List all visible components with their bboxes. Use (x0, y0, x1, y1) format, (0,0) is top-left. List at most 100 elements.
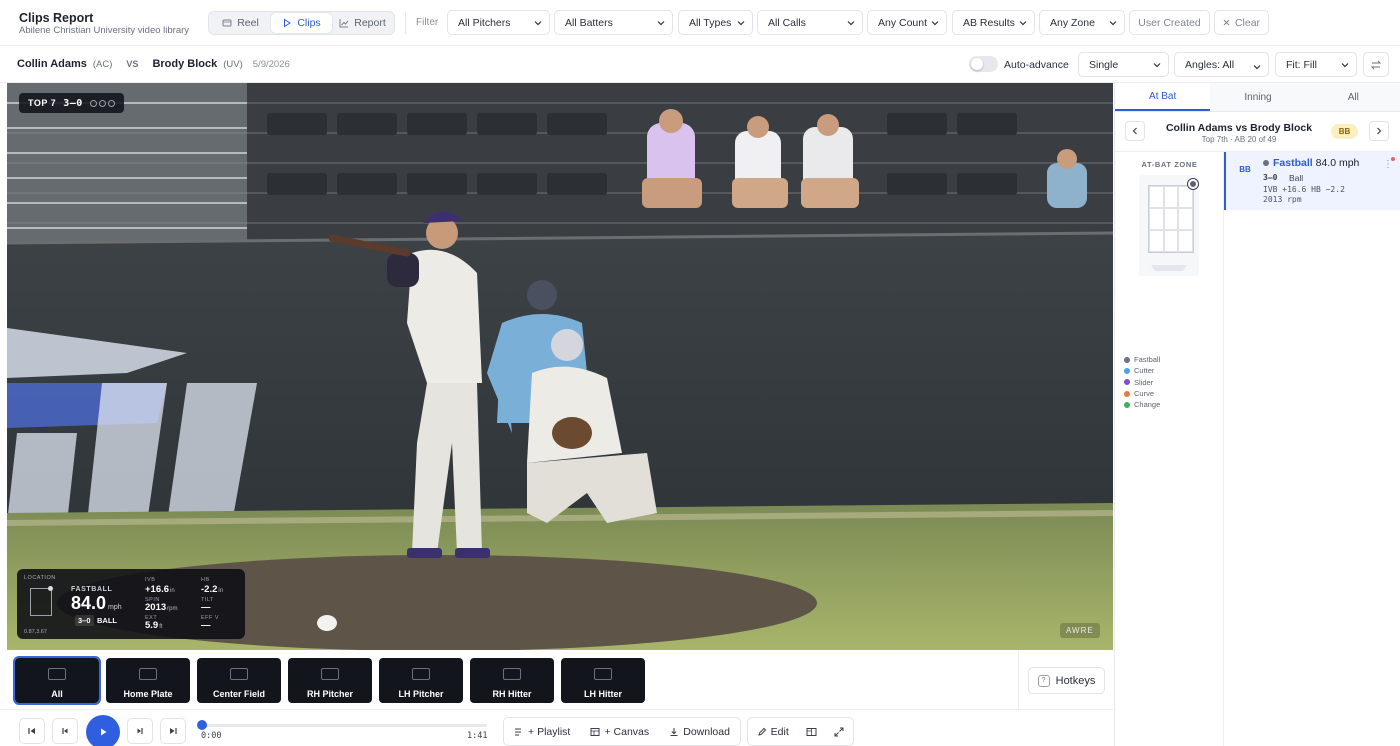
step-back-icon (62, 728, 68, 734)
auto-advance-toggle[interactable] (969, 56, 998, 72)
zone-pitch-marker[interactable] (1188, 179, 1198, 189)
angles-select[interactable]: Angles: All (1174, 52, 1269, 77)
legend-item: Fastball (1124, 354, 1160, 365)
tab-reel-label: Reel (237, 17, 259, 29)
add-canvas-button[interactable]: + Canvas (590, 726, 649, 738)
clear-filters-button[interactable]: Clear (1214, 10, 1269, 35)
angle-rh-hitter[interactable]: RH Hitter (470, 658, 554, 703)
previous-at-bat-button[interactable] (1125, 121, 1145, 141)
tab-at-bat[interactable]: At Bat (1115, 83, 1211, 111)
skip-start-icon (28, 728, 35, 734)
legend-label: Change (1134, 400, 1161, 410)
filter-count-select[interactable]: Any Count (867, 10, 947, 35)
divider (405, 12, 406, 34)
scorebug-inning: TOP 7 (28, 98, 57, 108)
overlay-velocity: 84.0 mph (71, 594, 122, 617)
tab-inning[interactable]: Inning (1210, 83, 1305, 111)
skip-to-start-button[interactable] (19, 718, 45, 744)
clear-filters-label: Clear (1234, 16, 1261, 29)
ivb-value: +16.6in (145, 584, 175, 595)
watermark: AWRE (1060, 623, 1100, 638)
hotkeys-button[interactable]: ? Hotkeys (1028, 667, 1105, 694)
tab-clips[interactable]: Clips (271, 13, 332, 33)
filter-batters-select[interactable]: All Batters (554, 10, 673, 35)
filter-label: Filter (416, 17, 439, 28)
camera-thumb-icon (48, 668, 66, 680)
filter-zone-select[interactable]: Any Zone (1039, 10, 1125, 35)
pitch-list-item[interactable]: BB Fastball 84.0 mph 3–0 Ball IVB +16.6 … (1224, 152, 1400, 210)
spin-unit: rpm (167, 606, 178, 612)
filter-ab-results-value: AB Results (963, 16, 1015, 29)
scorebug-count: 3–0 (63, 97, 83, 109)
zone-label: AT-BAT ZONE (1141, 160, 1198, 169)
legend-item: Cutter (1124, 365, 1160, 376)
angle-lh-hitter[interactable]: LH Hitter (561, 658, 645, 703)
angle-all[interactable]: All (13, 656, 101, 705)
chevron-down-icon (931, 21, 939, 26)
total-time: 1:41 (467, 731, 488, 741)
pitcher-name: Collin Adams (17, 58, 87, 70)
play-outline-icon (284, 18, 292, 28)
fit-select[interactable]: Fit: Fill (1275, 52, 1357, 77)
matchup-text: Collin Adams (AC) VS Brody Block (UV) 5/… (17, 58, 290, 70)
add-playlist-button[interactable]: + Playlist (514, 726, 570, 738)
next-frame-button[interactable] (127, 718, 153, 744)
edit-button[interactable]: Edit (757, 726, 789, 738)
scrubber-track[interactable] (201, 724, 487, 727)
angle-home-plate[interactable]: Home Plate (106, 658, 190, 703)
film-icon (222, 19, 232, 27)
filter-calls-select[interactable]: All Calls (757, 10, 863, 35)
camera-thumb-icon (412, 668, 430, 680)
home-plate-shape (1151, 265, 1187, 271)
ivb-number: +16.6 (145, 584, 170, 595)
skip-to-end-button[interactable] (160, 718, 186, 744)
legend-dot (1124, 401, 1130, 408)
ivb-label: IVB (145, 577, 156, 583)
swap-button[interactable] (1363, 52, 1389, 77)
ext-value: 5.9ft (145, 620, 163, 631)
pitch-title: Fastball 84.0 mph (1273, 157, 1359, 169)
tab-reel[interactable]: Reel (210, 13, 271, 33)
scrubber-handle[interactable] (197, 720, 207, 730)
skip-end-icon (170, 728, 177, 734)
question-icon: ? (1037, 674, 1050, 687)
layout-button[interactable] (806, 727, 817, 737)
filter-ab-results-select[interactable]: AB Results (952, 10, 1035, 35)
mode-select[interactable]: Single (1078, 52, 1169, 77)
tab-all[interactable]: All (1306, 83, 1400, 111)
filter-pitchers-select[interactable]: All Pitchers (447, 10, 550, 35)
angle-rh-pitcher[interactable]: RH Pitcher (288, 658, 372, 703)
playlist-icon (515, 728, 522, 735)
chevron-down-icon (737, 21, 745, 26)
chevron-down-icon (1019, 21, 1027, 26)
user-created-label: User Created (1138, 16, 1201, 29)
angle-rh-pitcher-label: RH Pitcher (306, 689, 353, 699)
angle-center-field-label: Center Field (212, 689, 265, 699)
overlay-count: 3–0 (75, 615, 94, 626)
fullscreen-button[interactable] (834, 727, 844, 737)
outs-indicator (89, 99, 115, 107)
angle-lh-pitcher[interactable]: LH Pitcher (379, 658, 463, 703)
next-at-bat-button[interactable] (1369, 121, 1389, 141)
filter-types-select[interactable]: All Types (678, 10, 753, 35)
divider (1018, 651, 1019, 710)
video-player[interactable]: TOP 7 3–0 LOCATION 0.87,3.67 FASTBALL 84… (7, 83, 1113, 650)
pitch-type: Fastball (1273, 157, 1313, 169)
chevron-left-icon (1132, 127, 1137, 135)
right-panel: At Bat Inning All Collin Adams vs Brody … (1114, 83, 1400, 746)
angle-center-field[interactable]: Center Field (197, 658, 281, 703)
overlay-velocity-value: 84.0 (71, 593, 107, 613)
view-switcher: Reel Clips Report (208, 11, 395, 35)
top-header: Clips Report Abilene Christian Universit… (0, 0, 1400, 46)
chevron-down-icon (1153, 63, 1161, 68)
chart-icon (339, 19, 349, 28)
user-created-button[interactable]: User Created (1129, 10, 1210, 35)
more-options-icon[interactable]: ⋮ (1383, 160, 1393, 170)
download-button[interactable]: Download (669, 726, 730, 738)
tab-report[interactable]: Report (332, 13, 393, 33)
previous-frame-button[interactable] (52, 718, 78, 744)
angle-home-plate-label: Home Plate (123, 689, 173, 699)
batter-name: Brody Block (152, 58, 218, 70)
layout-icon (806, 727, 817, 736)
play-button[interactable] (86, 715, 120, 746)
